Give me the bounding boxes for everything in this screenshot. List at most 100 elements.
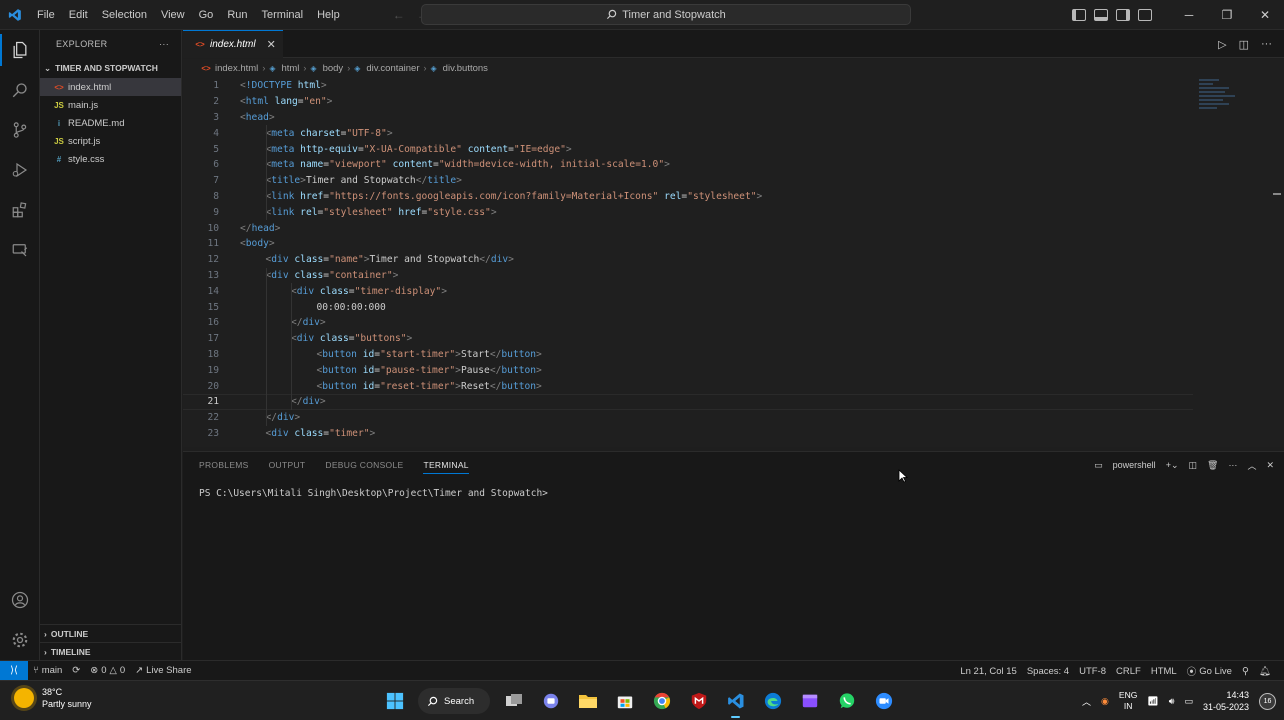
live-share-status[interactable]: ↗ Live Share [130, 665, 196, 676]
weather-widget[interactable]: 38°C Partly sunny [14, 686, 92, 710]
code-line[interactable]: 11 <body> [183, 236, 1193, 252]
tab-debug-console[interactable]: DEBUG CONSOLE [325, 460, 403, 470]
menu-view[interactable]: View [154, 4, 192, 26]
tab-output[interactable]: OUTPUT [269, 460, 306, 470]
menu-help[interactable]: Help [310, 4, 347, 26]
go-live-status[interactable]: ⦿ Go Live [1182, 664, 1237, 679]
back-arrow-icon[interactable]: ← [393, 8, 405, 22]
terminal-prompt[interactable]: PS C:\Users\Mitali Singh\Desktop\Project… [199, 488, 548, 499]
problems-status[interactable]: ⊗ 0 △ 0 [85, 665, 130, 676]
toggle-secondary-sidebar-icon[interactable] [1116, 9, 1130, 21]
code-line[interactable]: 1 <!DOCTYPE html> [183, 78, 1193, 94]
workspace-folder[interactable]: ⌄ TIMER AND STOPWATCH [40, 58, 181, 78]
menu-edit[interactable]: Edit [62, 4, 95, 26]
trash-icon[interactable]: 🗑 [1207, 460, 1218, 471]
mcafee-icon[interactable] [685, 688, 712, 715]
settings-gear-icon[interactable] [0, 620, 40, 660]
code-line[interactable]: 20 <button id="reset-timer">Reset</button… [183, 378, 1193, 394]
code-line[interactable]: 13 <div class="container"> [183, 268, 1193, 284]
zoom-icon[interactable] [870, 688, 897, 715]
file-item-script-js[interactable]: JS script.js [40, 132, 181, 150]
tray-app-icon[interactable]: ◉ [1101, 696, 1109, 707]
minimap[interactable] [1199, 77, 1259, 137]
code-line[interactable]: 22 </div> [183, 410, 1193, 426]
wifi-icon[interactable]: 📶︎ [1147, 696, 1158, 707]
breadcrumb-item[interactable]: div.buttons [443, 63, 488, 74]
code-line[interactable]: 15 00:00:00:000 [183, 299, 1193, 315]
volume-icon[interactable]: 🔊︎ [1169, 696, 1175, 707]
file-item-main-js[interactable]: JS main.js [40, 96, 181, 114]
clock[interactable]: 14:43 31-05-2023 [1203, 689, 1249, 713]
code-line[interactable]: 8 <link href="https://fonts.googleapis.co… [183, 189, 1193, 205]
battery-icon[interactable]: ▭ [1184, 696, 1193, 707]
notifications-bell-icon[interactable]: 🔔︎ [1254, 666, 1276, 677]
close-icon[interactable]: ✕ [267, 38, 276, 51]
toggle-primary-sidebar-icon[interactable] [1072, 9, 1086, 21]
remote-indicator-icon[interactable]: ⟩⟨ [0, 660, 28, 681]
menu-run[interactable]: Run [220, 4, 254, 26]
code-line[interactable]: 3 <head> [183, 110, 1193, 126]
toggle-panel-icon[interactable] [1094, 9, 1108, 21]
menu-terminal[interactable]: Terminal [255, 4, 311, 26]
menu-selection[interactable]: Selection [95, 4, 154, 26]
maximize-panel-icon[interactable]: ︿ [1247, 459, 1256, 472]
code-line[interactable]: 19 <button id="pause-timer">Pause</button… [183, 362, 1193, 378]
split-terminal-icon[interactable]: ◫ [1188, 460, 1197, 471]
encoding[interactable]: UTF-8 [1074, 666, 1111, 677]
file-item-index-html[interactable]: <> index.html [40, 78, 181, 96]
command-center-search[interactable]: Timer and Stopwatch [421, 4, 911, 25]
teams-chat-icon[interactable] [537, 688, 564, 715]
more-actions-icon[interactable]: ··· [1228, 460, 1237, 470]
breadcrumb-item[interactable]: body [323, 63, 344, 74]
explorer-icon[interactable] [0, 30, 40, 70]
whatsapp-icon[interactable] [833, 688, 860, 715]
branch-status[interactable]: ⑂ main [28, 665, 67, 676]
more-actions-icon[interactable]: ··· [159, 39, 169, 49]
search-icon[interactable] [0, 70, 40, 110]
chevron-up-icon[interactable]: ︿ [1082, 695, 1091, 708]
file-item-style-css[interactable]: # style.css [40, 150, 181, 168]
code-line[interactable]: 6 <meta name="viewport" content="width=de… [183, 157, 1193, 173]
code-line[interactable]: 9 <link rel="stylesheet" href="style.css"… [183, 204, 1193, 220]
code-line[interactable]: 23 <div class="timer"> [183, 426, 1193, 442]
code-line[interactable]: 7 <title>Timer and Stopwatch</title> [183, 173, 1193, 189]
shell-name[interactable]: powershell [1113, 460, 1156, 470]
split-editor-icon[interactable]: ◫ [1239, 38, 1249, 51]
chrome-icon[interactable] [648, 688, 675, 715]
code-line[interactable]: 12 <div class="name">Timer and Stopwatch<… [183, 252, 1193, 268]
code-line[interactable]: 2 <html lang="en"> [183, 94, 1193, 110]
breadcrumb-item[interactable]: index.html [215, 63, 258, 74]
file-item-readme-md[interactable]: i README.md [40, 114, 181, 132]
tab-terminal[interactable]: TERMINAL [423, 460, 469, 474]
sync-icon[interactable]: ⟳ [67, 665, 85, 676]
code-line[interactable]: 16 </div> [183, 315, 1193, 331]
file-explorer-icon[interactable] [574, 688, 601, 715]
breadcrumb-item[interactable]: div.container [366, 63, 419, 74]
remote-explorer-icon[interactable] [0, 230, 40, 270]
run-debug-icon[interactable] [0, 150, 40, 190]
language-indicator[interactable]: ENG IN [1119, 690, 1137, 712]
clipchamp-icon[interactable] [796, 688, 823, 715]
code-line[interactable]: 18 <button id="start-timer">Start</button… [183, 347, 1193, 363]
tab-problems[interactable]: PROBLEMS [199, 460, 249, 470]
close-window-button[interactable]: ✕ [1246, 0, 1284, 30]
timeline-section[interactable]: › TIMELINE [40, 642, 182, 660]
run-play-icon[interactable]: ▷ [1218, 38, 1226, 51]
more-actions-icon[interactable]: ··· [1261, 38, 1272, 50]
menu-go[interactable]: Go [192, 4, 221, 26]
microsoft-store-icon[interactable] [611, 688, 638, 715]
close-panel-icon[interactable]: ✕ [1266, 460, 1274, 471]
taskbar-search[interactable]: Search [418, 688, 490, 714]
code-line[interactable]: 10 </head> [183, 220, 1193, 236]
tab-index-html[interactable]: <> index.html ✕ [183, 30, 283, 58]
accounts-icon[interactable] [0, 580, 40, 620]
line-ending[interactable]: CRLF [1111, 666, 1146, 677]
language-mode[interactable]: HTML [1146, 666, 1182, 677]
code-line[interactable]: 21 </div> [183, 394, 1193, 410]
edge-icon[interactable] [759, 688, 786, 715]
code-line[interactable]: 4 <meta charset="UTF-8"> [183, 125, 1193, 141]
source-control-icon[interactable] [0, 110, 40, 150]
menu-file[interactable]: File [30, 4, 62, 26]
indentation[interactable]: Spaces: 4 [1022, 666, 1074, 677]
vscode-taskbar-icon[interactable] [722, 688, 749, 718]
